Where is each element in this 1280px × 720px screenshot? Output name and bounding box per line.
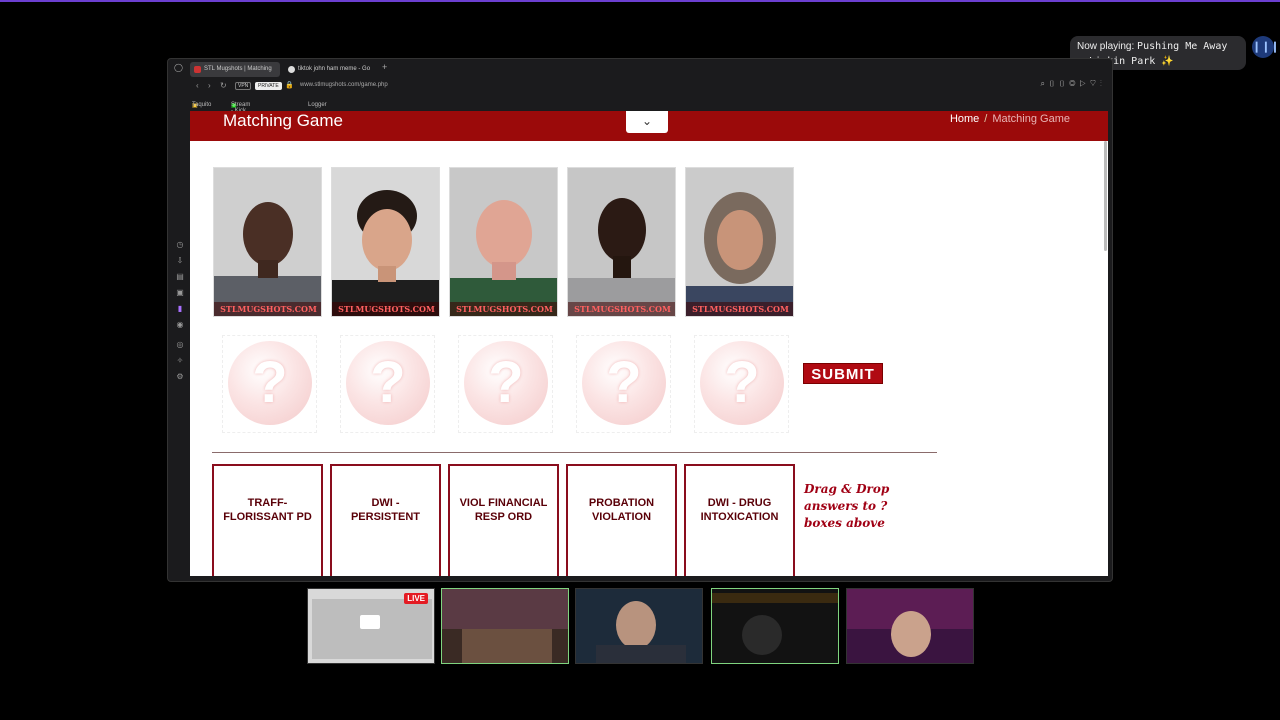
answer-label: PROBATION VIOLATION [588, 497, 655, 523]
top-accent-line [0, 0, 1280, 2]
answer-label: VIOL FINANCIAL RESP ORD [459, 497, 548, 523]
forward-arrow-icon[interactable]: › [208, 81, 211, 90]
stream-camera-strip: LIVE [0, 588, 1280, 665]
mugshot-1[interactable]: STLMUGSHOTS.COM [213, 167, 322, 317]
submit-button[interactable]: SUBMIT [803, 363, 883, 384]
answer-box-1[interactable]: TRAFF- FLORISSANT PD [212, 464, 323, 576]
camera-body [596, 645, 686, 663]
breadcrumb-home[interactable]: Home [950, 113, 979, 125]
camera-feed-2[interactable] [441, 588, 569, 664]
panel-icon[interactable]: ▣ [174, 285, 186, 301]
browser-sidebar: ◷ ⇩ ▤ ▣ ▮ ◉ ◎ ✧ ⚙ [174, 237, 186, 385]
url-field[interactable]: www.stlmugshots.com/game.php [300, 82, 388, 88]
camera-feed-4[interactable] [711, 588, 839, 664]
tab-bar: ◯ STL Mugshots | Matching tiktok john ha… [168, 59, 1112, 79]
answer-label: DWI - DRUG INTOXICATION [700, 497, 779, 523]
mugshot-4[interactable]: STLMUGSHOTS.COM [567, 167, 676, 317]
audio-wave-icon[interactable]: ❙❙❙ [1252, 36, 1280, 58]
watermark-text: STLMUGSHOTS.COM [332, 302, 439, 316]
player-icon[interactable]: ◎ [174, 337, 186, 353]
toolbar-icons[interactable]: ⌕▯▯◎▷♡⋮ [1040, 79, 1106, 89]
drag-drop-hint: Drag & Drop answers to ? boxes above [804, 482, 890, 530]
answer-box-5[interactable]: DWI - DRUG INTOXICATION [684, 464, 795, 576]
question-mark-icon: ? [464, 341, 548, 425]
downloads-icon[interactable]: ⇩ [174, 253, 186, 269]
mugshot-3[interactable]: STLMUGSHOTS.COM [449, 167, 558, 317]
now-playing-label: Now playing: [1077, 41, 1135, 52]
camera-screen-share[interactable]: LIVE [307, 588, 435, 664]
bookmark-label: Logger [308, 102, 327, 108]
page-scrollbar[interactable] [1104, 141, 1107, 251]
tab-favicon-icon [194, 66, 201, 73]
private-badge[interactable]: PRIVATE [255, 82, 282, 90]
watermark-text: STLMUGSHOTS.COM [450, 302, 557, 316]
question-mark-icon: ? [700, 341, 784, 425]
live-badge: LIVE [404, 593, 428, 604]
answer-box-2[interactable]: DWI - PERSISTENT [330, 464, 441, 576]
webpage: Matching Game ⌄ Home / Matching Game STLMU… [190, 111, 1108, 576]
tab-google-search[interactable]: tiktok john ham meme - Go [284, 62, 374, 77]
back-arrow-icon[interactable]: ‹ [196, 81, 199, 90]
drop-slot-4[interactable]: ? [576, 335, 671, 433]
reload-icon[interactable]: ↻ [220, 81, 227, 90]
bookmark-label: Taquito [192, 102, 212, 108]
extensions-icon[interactable]: ✧ [174, 353, 186, 369]
drop-slot-1[interactable]: ? [222, 335, 317, 433]
question-mark-icon: ? [228, 341, 312, 425]
camera-face [616, 601, 656, 649]
menu-toggle-chevron-down-icon[interactable]: ⌄ [626, 111, 668, 133]
tab-title: STL Mugshots | Matching [204, 66, 272, 72]
page-title: Matching Game [223, 111, 343, 130]
address-bar: ‹ › ↻ VPN PRIVATE 🔒 www.stlmugshots.com/… [168, 79, 1112, 95]
drop-slot-2[interactable]: ? [340, 335, 435, 433]
camera-people [462, 629, 552, 663]
screen-preview [312, 599, 432, 659]
new-tab-plus-icon[interactable]: + [382, 62, 387, 72]
breadcrumb-separator: / [984, 113, 988, 125]
breadcrumb-current: Matching Game [992, 113, 1070, 125]
twitch-icon[interactable]: ▮ [174, 301, 186, 317]
watermark-text: STLMUGSHOTS.COM [214, 302, 321, 316]
camera-lights [712, 593, 838, 603]
answer-box-3[interactable]: VIOL FINANCIAL RESP ORD [448, 464, 559, 576]
camera-person [742, 615, 782, 655]
answer-label: TRAFF- FLORISSANT PD [223, 497, 312, 523]
divider [212, 452, 937, 453]
screen-share-icon [360, 615, 380, 629]
drop-slot-3[interactable]: ? [458, 335, 553, 433]
drop-slot-5[interactable]: ? [694, 335, 789, 433]
history-icon[interactable]: ◷ [174, 237, 186, 253]
question-mark-icon: ? [582, 341, 666, 425]
question-mark-icon: ? [346, 341, 430, 425]
discord-icon[interactable]: ◉ [174, 317, 186, 333]
bookmarks-bar: ▣ Taquito ▣ Stream - Kick Das... · Logge… [168, 96, 1112, 120]
answer-box-4[interactable]: PROBATION VIOLATION [566, 464, 677, 576]
google-favicon-icon [288, 66, 295, 73]
camera-feed-5[interactable] [846, 588, 974, 664]
browser-window: ◯ STL Mugshots | Matching tiktok john ha… [167, 58, 1113, 582]
mugshot-2[interactable]: STLMUGSHOTS.COM [331, 167, 440, 317]
watermark-text: STLMUGSHOTS.COM [568, 302, 675, 316]
tab-title: tiktok john ham meme - Go [298, 66, 371, 72]
camera-face [891, 611, 931, 657]
vpn-badge[interactable]: VPN [235, 82, 252, 90]
browser-logo-icon: ◯ [174, 63, 183, 72]
lock-icon: 🔒 [285, 82, 294, 89]
camera-background [442, 589, 568, 629]
breadcrumb: Home / Matching Game [950, 113, 1070, 125]
settings-gear-icon[interactable]: ⚙ [174, 369, 186, 385]
tab-stl-mugshots[interactable]: STL Mugshots | Matching [190, 62, 280, 77]
page-banner: Matching Game ⌄ Home / Matching Game [190, 111, 1108, 141]
mugshot-5[interactable]: STLMUGSHOTS.COM [685, 167, 794, 317]
camera-feed-3[interactable] [575, 588, 703, 664]
watermark-text: STLMUGSHOTS.COM [686, 302, 793, 316]
answer-label: DWI - PERSISTENT [350, 497, 421, 523]
notes-icon[interactable]: ▤ [174, 269, 186, 285]
